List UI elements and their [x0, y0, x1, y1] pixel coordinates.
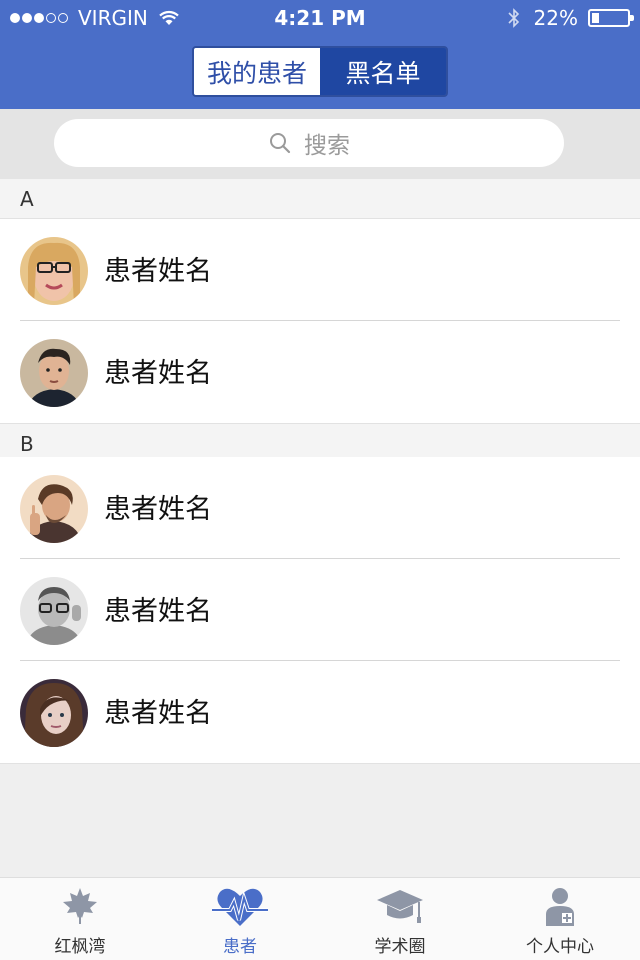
status-right: 22% [507, 6, 634, 30]
bluetooth-icon [507, 8, 519, 28]
battery-icon [588, 9, 634, 27]
tab-label: 患者 [223, 937, 257, 957]
list-item[interactable]: 患者姓名 [0, 661, 640, 764]
battery-percent: 22% [533, 6, 578, 30]
tab-hongfengwan[interactable]: 红枫湾 [0, 878, 160, 960]
list-item[interactable]: 患者姓名 [0, 219, 640, 321]
list-item[interactable]: 患者姓名 [0, 457, 640, 559]
maple-leaf-icon [63, 888, 97, 924]
avatar [20, 679, 88, 747]
search-placeholder: 搜索 [304, 133, 350, 159]
search-icon [270, 133, 291, 154]
tab-patients[interactable]: 患者 [160, 878, 320, 960]
section-header-a: A [0, 179, 640, 219]
list-item[interactable]: 患者姓名 [0, 321, 640, 423]
tab-profile[interactable]: 个人中心 [480, 878, 640, 960]
tab-label: 学术圈 [374, 937, 426, 957]
battery-fill [592, 13, 599, 23]
avatar [20, 339, 88, 407]
avatar [20, 237, 88, 305]
segmented-control: 我的患者 黑名单 [192, 46, 448, 97]
tab-academic[interactable]: 学术圈 [320, 878, 480, 960]
heart-pulse-icon [212, 888, 268, 926]
tab-label: 个人中心 [526, 937, 594, 957]
tab-label: 红枫湾 [54, 937, 106, 957]
tab-bar: 红枫湾 患者 学术圈 个人中心 [0, 877, 640, 960]
avatar [20, 475, 88, 543]
tab-my-patients[interactable]: 我的患者 [194, 48, 320, 95]
list-item[interactable]: 患者姓名 [0, 559, 640, 661]
avatar [20, 577, 88, 645]
patient-name: 患者姓名 [104, 596, 212, 627]
doctor-profile-icon [546, 888, 574, 926]
status-bar: VIRGIN 4:21 PM 22% [0, 0, 640, 36]
patient-name: 患者姓名 [104, 698, 212, 729]
graduation-cap-icon [377, 890, 423, 923]
patient-name: 患者姓名 [104, 256, 212, 287]
patient-name: 患者姓名 [104, 358, 212, 389]
search-bar: 搜索 [0, 109, 640, 179]
search-input[interactable]: 搜索 [54, 119, 564, 167]
header: VIRGIN 4:21 PM 22% 我的患者 黑名单 [0, 0, 640, 109]
patient-name: 患者姓名 [104, 494, 212, 525]
tab-blacklist[interactable]: 黑名单 [320, 48, 446, 95]
